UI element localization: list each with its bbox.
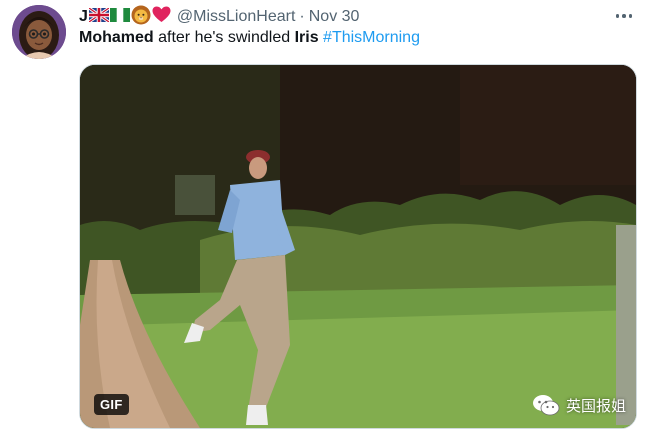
wechat-icon (532, 395, 560, 416)
watermark: 英国报姐 (532, 394, 626, 416)
avatar[interactable] (12, 5, 66, 59)
watermark-text: 英国报姐 (565, 397, 626, 415)
tweet-date[interactable]: Nov 30 (309, 8, 360, 26)
author-handle[interactable]: @MissLionHeart (177, 8, 296, 26)
hashtag-link[interactable]: #ThisMorning (323, 29, 420, 46)
gif-badge[interactable]: GIF (94, 394, 129, 415)
gif-frame (80, 65, 636, 428)
mention-mohamed: Mohamed (79, 29, 154, 46)
mention-iris: Iris (294, 29, 319, 46)
tweet-header: J @MissLionHeart · Nov 30 (79, 5, 360, 30)
more-options-icon[interactable] (613, 7, 635, 25)
nigeria-flag-icon (109, 7, 130, 27)
red-heart-icon (152, 6, 171, 28)
separator-dot: · (299, 8, 305, 25)
tweet[interactable]: J @MissLionHeart · Nov 30 Mohamed after … (0, 0, 649, 435)
tweet-text-middle: after he's swindled (153, 29, 295, 46)
lion-face-icon (131, 5, 151, 30)
tweet-text: Mohamed after he's swindled Iris #ThisMo… (79, 29, 420, 47)
uk-flag-icon (88, 6, 110, 27)
author-name[interactable]: J (79, 8, 88, 26)
gif-media[interactable]: GIF 英国报姐 (79, 64, 637, 429)
